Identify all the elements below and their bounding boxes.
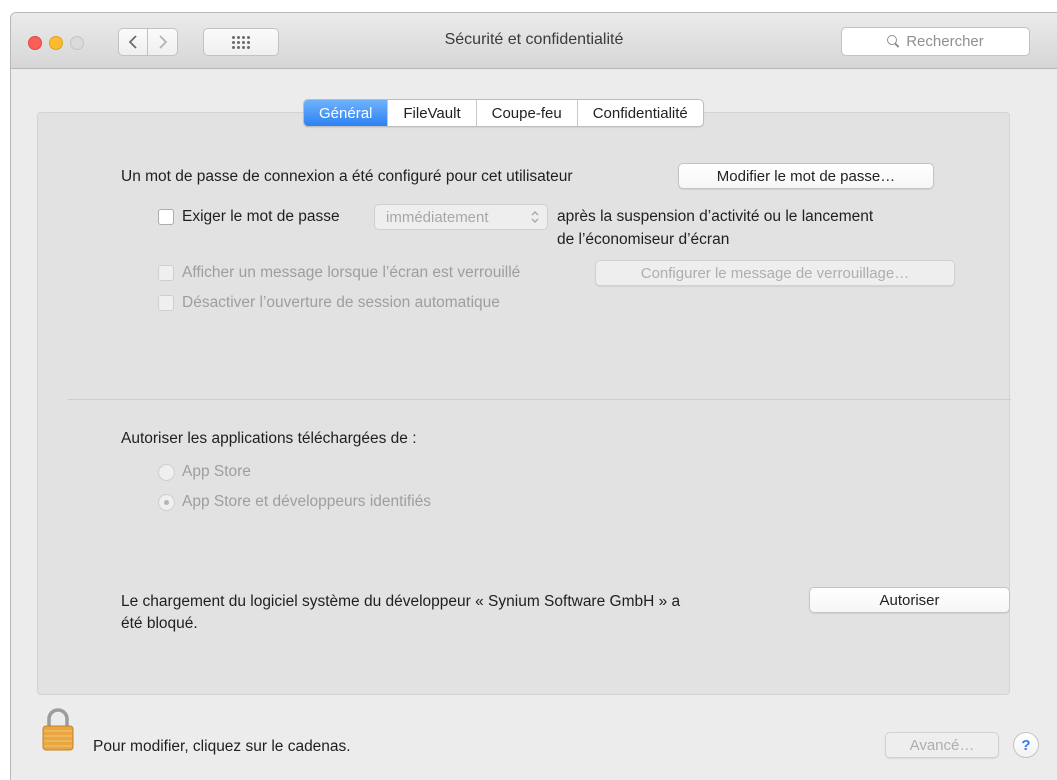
require-password-delay-popup[interactable]: immédiatement xyxy=(374,204,548,230)
preferences-window: Sécurité et confidentialité Rechercher G… xyxy=(10,12,1057,780)
advanced-button[interactable]: Avancé… xyxy=(885,732,999,758)
configure-lock-message-button[interactable]: Configurer le message de verrouillage… xyxy=(595,260,955,286)
show-lock-message-label: Afficher un message lorsque l’écran est … xyxy=(182,264,521,281)
password-status-text: Un mot de passe de connexion a été confi… xyxy=(121,168,573,185)
tab-bar: Général FileVault Coupe-feu Confidential… xyxy=(303,99,704,127)
tab-general[interactable]: Général xyxy=(304,100,388,126)
radio-app-store[interactable] xyxy=(158,464,175,481)
require-password-delay-value: immédiatement xyxy=(386,208,489,226)
tab-filevault[interactable]: FileVault xyxy=(387,100,475,126)
search-input[interactable]: Rechercher xyxy=(841,27,1030,56)
tab-firewall[interactable]: Coupe-feu xyxy=(475,100,577,126)
help-button[interactable]: ? xyxy=(1013,732,1039,758)
search-placeholder: Rechercher xyxy=(906,33,984,50)
section-divider xyxy=(68,399,1011,400)
require-password-checkbox[interactable] xyxy=(158,209,174,225)
show-lock-message-checkbox[interactable] xyxy=(158,265,174,281)
blocked-software-text-line2: été bloqué. xyxy=(121,615,198,632)
lock-hint-text: Pour modifier, cliquez sur le cadenas. xyxy=(93,738,351,755)
change-password-button[interactable]: Modifier le mot de passe… xyxy=(678,163,934,189)
radio-selected-dot xyxy=(164,500,169,505)
tab-privacy[interactable]: Confidentialité xyxy=(576,100,703,126)
require-password-suffix-line2: de l’économiseur d’écran xyxy=(557,231,730,248)
lock-icon[interactable] xyxy=(42,707,74,751)
disable-autologin-label: Désactiver l’ouverture de session automa… xyxy=(182,294,500,311)
radio-app-store-label: App Store xyxy=(182,463,251,480)
search-icon xyxy=(887,35,900,48)
blocked-software-text: Le chargement du logiciel système du dév… xyxy=(121,593,681,610)
radio-app-store-identified-developers-label: App Store et développeurs identifiés xyxy=(182,493,432,510)
disable-autologin-checkbox[interactable] xyxy=(158,295,174,311)
allow-apps-label: Autoriser les applications téléchargées … xyxy=(121,430,417,447)
title-bar: Sécurité et confidentialité Rechercher xyxy=(11,13,1057,69)
radio-app-store-identified-developers[interactable] xyxy=(158,494,175,511)
up-down-arrows-icon xyxy=(531,211,539,223)
allow-button[interactable]: Autoriser xyxy=(809,587,1010,613)
require-password-suffix: après la suspension d’activité ou le lan… xyxy=(557,208,874,225)
require-password-label: Exiger le mot de passe xyxy=(182,208,340,225)
